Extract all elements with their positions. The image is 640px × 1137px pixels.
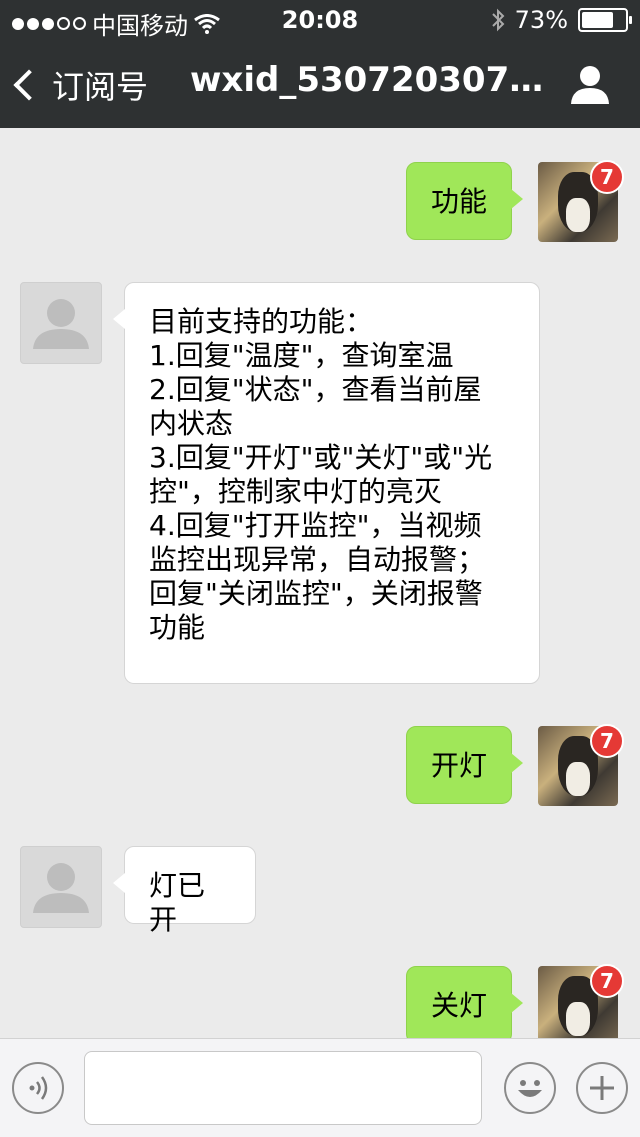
message-bubble-sent[interactable]: 关灯 — [406, 966, 523, 1038]
my-avatar[interactable]: 7 — [538, 964, 624, 1038]
message-line: 控"，控制家中灯的亮灭 — [149, 475, 442, 508]
battery-percent: 73% — [514, 6, 568, 34]
message-line: 3.回复"开灯"或"关灯"或"光 — [149, 441, 493, 474]
unread-badge: 7 — [590, 964, 624, 998]
default-avatar-icon — [33, 863, 89, 913]
status-right: 73% — [491, 6, 632, 34]
input-bar — [0, 1038, 640, 1137]
message-text: 关灯 — [431, 989, 488, 1022]
contact-avatar[interactable] — [20, 282, 102, 364]
voice-icon — [29, 1076, 48, 1100]
person-icon[interactable] — [568, 62, 612, 106]
emoji-icon — [518, 1080, 542, 1097]
message-bubble-received[interactable]: 灯已开 — [113, 846, 256, 936]
voice-button[interactable] — [12, 1062, 64, 1114]
battery-icon — [578, 8, 632, 32]
nav-bar: 订阅号 wxid_5307203072… — [0, 40, 640, 128]
unread-badge: 7 — [590, 724, 624, 758]
chevron-left-icon — [13, 69, 45, 101]
message-bubble-received[interactable]: 目前支持的功能： 1.回复"温度"，查询室温 2.回复"状态"，查看当前屋 内状… — [113, 282, 540, 684]
message-line: 4.回复"打开监控"，当视频 — [149, 509, 482, 542]
message-line: 监控出现异常，自动报警； — [149, 543, 486, 576]
message-text: 灯已开 — [149, 869, 206, 936]
my-avatar[interactable]: 7 — [538, 160, 624, 242]
plus-button[interactable] — [576, 1062, 628, 1114]
plus-icon — [590, 1076, 614, 1100]
message-text: 功能 — [431, 185, 488, 218]
unread-badge: 7 — [590, 160, 624, 194]
message-line: 1.回复"温度"，查询室温 — [149, 339, 454, 372]
back-button[interactable]: 订阅号 — [13, 62, 149, 108]
message-bubble-sent[interactable]: 开灯 — [406, 726, 523, 804]
message-input[interactable] — [84, 1051, 482, 1125]
contact-avatar[interactable] — [20, 846, 102, 928]
chat-title: wxid_5307203072… — [190, 60, 550, 100]
message-line: 2.回复"状态"，查看当前屋 — [149, 373, 482, 406]
status-bar: 中国移动 20:08 73% — [0, 0, 640, 40]
top-bar: 中国移动 20:08 73% 订阅号 wxid_5307203072… — [0, 0, 640, 128]
message-line: 目前支持的功能： — [149, 305, 374, 338]
default-avatar-icon — [33, 299, 89, 349]
bluetooth-icon — [491, 8, 505, 32]
message-line: 回复"关闭监控"，关闭报警 — [149, 577, 483, 610]
message-text: 开灯 — [431, 749, 488, 782]
message-line: 功能 — [149, 611, 206, 644]
back-label: 订阅号 — [52, 68, 149, 106]
message-bubble-sent[interactable]: 功能 — [406, 162, 523, 240]
chat-area[interactable]: 7 功能 目前支持的功能： 1.回复"温度"，查询室温 2.回复"状态"，查看当… — [0, 128, 640, 1038]
emoji-button[interactable] — [504, 1062, 556, 1114]
message-line: 内状态 — [149, 407, 234, 440]
my-avatar[interactable]: 7 — [538, 724, 624, 806]
battery-fill — [582, 12, 613, 28]
